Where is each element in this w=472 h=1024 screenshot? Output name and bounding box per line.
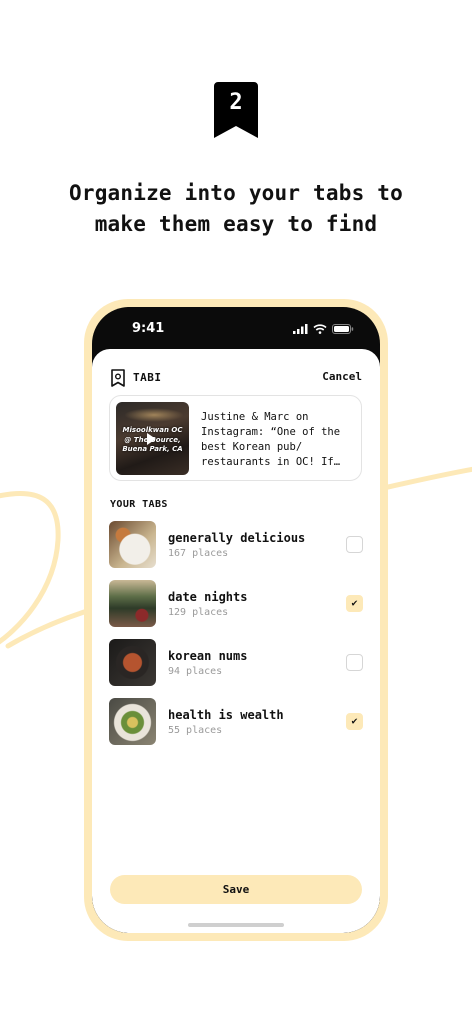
post-description: Justine & Marc on Instagram: “One of the… — [201, 411, 341, 468]
tabi-logo-icon — [111, 369, 125, 387]
headline-line-2: make them easy to find — [94, 212, 378, 236]
tab-checkbox[interactable] — [346, 654, 363, 671]
tab-name: health is wealth — [168, 708, 284, 722]
post-thumbnail: Misoolkwan OC @ The Source, Buena Park, … — [116, 402, 189, 475]
status-icons — [293, 324, 354, 334]
tab-place-count: 94 places — [168, 666, 223, 677]
signal-icon — [293, 324, 308, 334]
step-number: 2 — [229, 90, 243, 115]
home-indicator — [188, 923, 284, 927]
tab-list: generally delicious 167 places date nigh… — [109, 521, 363, 757]
tab-name: date nights — [168, 590, 248, 604]
app-name: TABI — [133, 371, 162, 384]
headline: Organize into your tabs to make them eas… — [20, 178, 452, 240]
tab-place-count: 55 places — [168, 725, 223, 736]
phone-frame: 9:41 TABI Cancel Misoolkwan OC @ The Sou… — [84, 299, 388, 941]
tab-thumbnail — [109, 698, 156, 745]
tab-thumbnail — [109, 580, 156, 627]
phone-bezel: 9:41 TABI Cancel Misoolkwan OC @ The Sou… — [92, 307, 380, 933]
step-badge: 2 — [214, 82, 258, 138]
tab-name: korean nums — [168, 649, 248, 663]
your-tabs-label: YOUR TABS — [110, 499, 168, 510]
wifi-icon — [313, 324, 327, 334]
tab-row[interactable]: health is wealth 55 places ✔ — [109, 698, 363, 757]
cancel-button[interactable]: Cancel — [322, 370, 362, 383]
play-icon — [147, 433, 156, 445]
tab-thumbnail — [109, 521, 156, 568]
battery-icon — [332, 324, 354, 334]
post-preview-card: Misoolkwan OC @ The Source, Buena Park, … — [109, 395, 362, 481]
tab-place-count: 129 places — [168, 607, 229, 618]
tab-thumbnail — [109, 639, 156, 686]
save-button[interactable]: Save — [110, 875, 362, 904]
tab-checkbox[interactable]: ✔ — [346, 713, 363, 730]
tab-checkbox[interactable] — [346, 536, 363, 553]
tab-name: generally delicious — [168, 531, 306, 545]
headline-line-1: Organize into your tabs to — [69, 181, 403, 205]
tab-row[interactable]: korean nums 94 places — [109, 639, 363, 698]
tab-row[interactable]: generally delicious 167 places — [109, 521, 363, 580]
status-time: 9:41 — [132, 321, 165, 336]
tab-row[interactable]: date nights 129 places ✔ — [109, 580, 363, 639]
app-screen: TABI Cancel Misoolkwan OC @ The Source, … — [92, 349, 380, 933]
tab-checkbox[interactable]: ✔ — [346, 595, 363, 612]
tab-place-count: 167 places — [168, 548, 229, 559]
